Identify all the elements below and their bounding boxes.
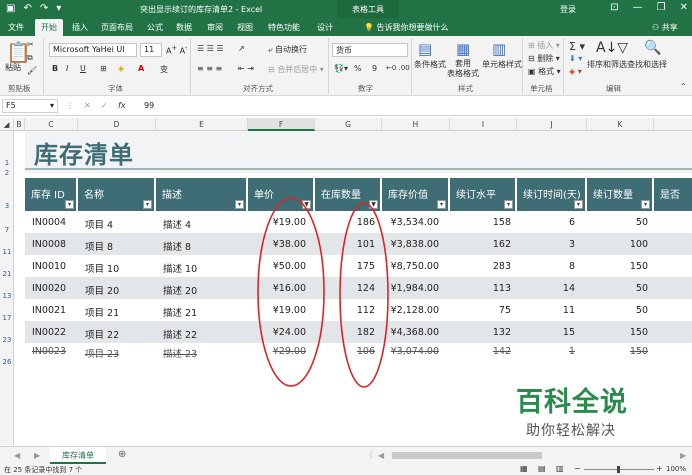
sheet-tab-bar: ◀ ▶ 库存清单 ⊕ ⋮ ◀ ▶ <box>0 446 692 464</box>
horizontal-scrollbar-thumb[interactable] <box>392 452 542 459</box>
status-text: 在 25 条记录中找到 7 个 <box>4 466 83 474</box>
red-circle-annotation <box>257 197 325 387</box>
page-layout-view-icon[interactable]: ▤ <box>538 464 546 473</box>
page-break-view-icon[interactable]: ▥ <box>556 464 564 473</box>
sheet-tab-active[interactable]: 库存清单 <box>50 447 106 464</box>
zoom-level[interactable]: 100% <box>666 465 686 473</box>
zoom-slider-thumb[interactable] <box>617 466 620 473</box>
status-bar: 在 25 条记录中找到 7 个 ▦ ▤ ▥ − + 100% <box>0 464 692 475</box>
hscroll-left-icon[interactable]: ◀ <box>378 451 384 460</box>
scroll-sheets-left-icon[interactable]: ◀ <box>14 451 20 460</box>
watermark-slogan: 助你轻松解决 <box>526 423 616 439</box>
zoom-out-button[interactable]: − <box>574 464 581 473</box>
scroll-sheets-right-icon[interactable]: ▶ <box>34 451 40 460</box>
watermark-logo-text: 百科全说 <box>516 387 628 418</box>
sheet-bar-splitter[interactable]: ⋮ <box>367 450 375 459</box>
hscroll-right-icon[interactable]: ▶ <box>680 451 686 460</box>
normal-view-icon[interactable]: ▦ <box>520 464 528 473</box>
watermark: 百科全说 助你轻松解决 <box>493 370 692 446</box>
add-sheet-button[interactable]: ⊕ <box>118 449 126 460</box>
red-circle-annotation <box>339 202 389 388</box>
zoom-in-button[interactable]: + <box>656 464 663 473</box>
